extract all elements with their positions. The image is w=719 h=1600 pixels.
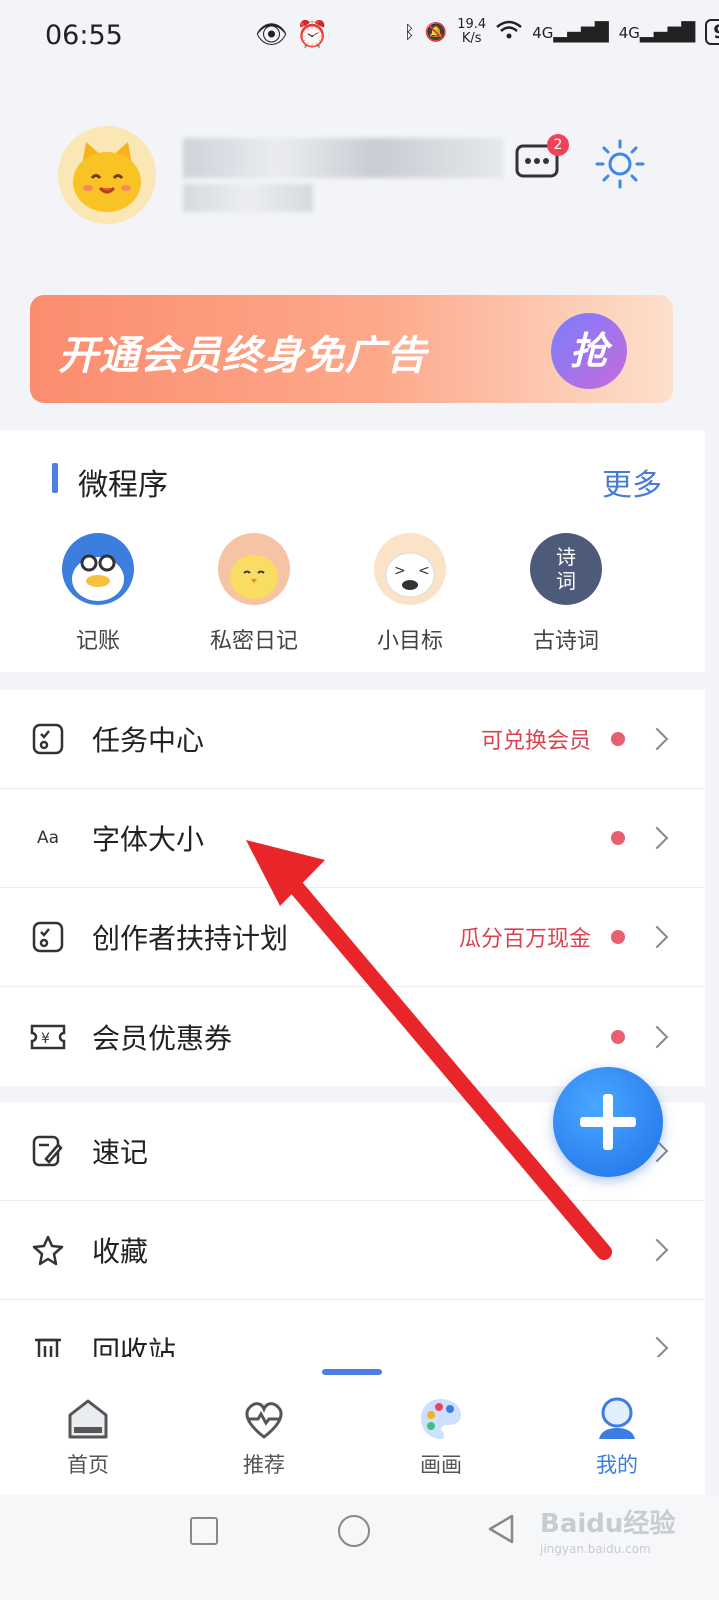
red-dot [611, 831, 625, 845]
coupon-icon: ¥ [28, 1017, 68, 1057]
star-icon [28, 1230, 68, 1270]
penguin-icon [62, 533, 134, 605]
back-triangle-icon[interactable] [486, 1513, 516, 1545]
chevron-right-icon [645, 1336, 669, 1357]
theme-button[interactable] [594, 138, 646, 190]
battery-indicator: 96 [705, 19, 719, 45]
mini-program-poetry[interactable]: 诗词 古诗词 [506, 533, 626, 655]
baidu-watermark: Baidu经验 jingyan.baidu.com [540, 1509, 676, 1556]
task-icon [28, 917, 68, 957]
more-link[interactable]: 更多 [602, 460, 662, 504]
nav-home[interactable]: 首页 [38, 1395, 138, 1479]
cat-face-icon [73, 142, 141, 212]
menu-item-recycle-bin[interactable]: 回收站 [0, 1300, 705, 1357]
font-size-icon: Aa [36, 828, 60, 848]
user-subtext-blurred [183, 184, 313, 212]
heart-pulse-icon [240, 1395, 288, 1443]
vip-banner[interactable]: 开通会员终身免广告 抢 [30, 295, 673, 403]
note-edit-icon [28, 1131, 68, 1171]
svg-text:<: < [418, 563, 430, 579]
trash-icon [28, 1330, 68, 1357]
red-dot [611, 1029, 625, 1044]
palette-icon [417, 1395, 465, 1443]
bluetooth-icon: ᛒ [404, 21, 415, 43]
eye-icon: 👁 [255, 20, 289, 50]
mute-bell-icon: 🔕 [424, 21, 448, 43]
mini-program-goals[interactable]: > < 小目标 [350, 533, 470, 655]
chevron-right-icon [645, 1025, 669, 1048]
poetry-icon: 诗词 [530, 533, 602, 605]
signal-icon: 4G▂▄▆█ [618, 21, 696, 43]
wifi-icon [496, 20, 522, 45]
menu-item-task-center[interactable]: 任务中心 可兑换会员 [0, 690, 705, 789]
task-icon [28, 719, 68, 759]
menu-item-favorites[interactable]: 收藏 [0, 1201, 705, 1300]
net-speed: 19.4 K/s [457, 17, 487, 46]
nav-mine[interactable]: 我的 [567, 1395, 667, 1479]
grab-button[interactable]: 抢 [551, 313, 627, 389]
chevron-right-icon [645, 925, 669, 949]
user-active-icon [593, 1395, 641, 1443]
svg-text:¥: ¥ [41, 1031, 50, 1047]
sun-icon [595, 139, 645, 189]
status-icons-right: ᛒ 🔕 19.4K/s 4G▂▄▆█ 4G▂▄▆█ 96 [404, 18, 719, 46]
chevron-right-icon [645, 1238, 669, 1262]
signal-icon: 4G▂▄▆█ [532, 21, 609, 43]
mini-program-accounting[interactable]: 记账 [38, 533, 158, 655]
red-dot [611, 930, 625, 944]
home-circle-icon[interactable] [338, 1515, 370, 1547]
cartoon-face-icon: > < [374, 533, 446, 605]
mini-program-private-diary[interactable]: 私密日记 [194, 533, 314, 655]
section-marker [52, 463, 58, 493]
chick-icon [218, 533, 290, 605]
chevron-right-icon [645, 727, 669, 751]
alarm-icon: ⏰ [296, 20, 329, 50]
menu-item-creator-support[interactable]: 创作者扶持计划 瓜分百万现金 [0, 888, 705, 987]
menu-item-font-size[interactable]: Aa 字体大小 [0, 789, 705, 888]
username-blurred [183, 138, 503, 178]
nav-recommend[interactable]: 推荐 [214, 1395, 314, 1479]
add-fab-button[interactable] [553, 1067, 663, 1177]
status-icons-left: 👁 ⏰ [255, 20, 329, 50]
status-time: 06:55 [45, 20, 123, 51]
nav-handle [322, 1369, 382, 1375]
svg-text:>: > [394, 563, 406, 579]
home-icon [64, 1395, 112, 1443]
avatar[interactable] [58, 126, 156, 224]
banner-text: 开通会员终身免广告 [58, 333, 427, 379]
nav-drawing[interactable]: 画画 [391, 1395, 491, 1479]
recent-apps-icon[interactable] [190, 1517, 218, 1545]
red-dot [611, 732, 625, 746]
mini-programs-title: 微程序 [78, 468, 168, 503]
message-badge: 2 [547, 134, 569, 156]
chevron-right-icon [645, 826, 669, 850]
